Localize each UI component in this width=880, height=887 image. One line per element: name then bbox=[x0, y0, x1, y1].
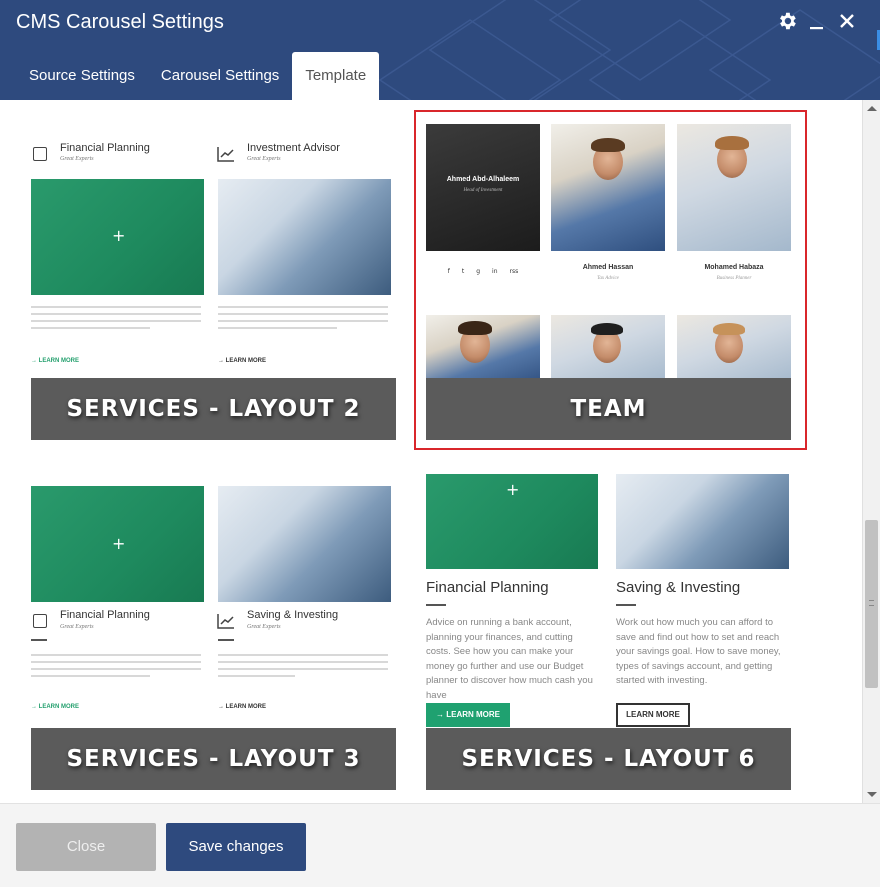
plus-icon: + bbox=[506, 480, 520, 499]
preview-col1-subtitle: Great Experts bbox=[60, 156, 94, 162]
preview-col2-subtitle: Great Experts bbox=[247, 156, 281, 162]
preview-col1-text bbox=[31, 654, 201, 682]
preview-col1-title: Financial Planning bbox=[60, 142, 150, 154]
template-card-services-layout-3[interactable]: + Financial Planning Great Experts Savin… bbox=[31, 486, 396, 790]
preview-office-photo bbox=[218, 486, 391, 602]
dialog-title: CMS Carousel Settings bbox=[16, 11, 224, 33]
scrollbar-thumb[interactable] bbox=[865, 520, 878, 688]
gear-icon[interactable] bbox=[776, 10, 798, 32]
close-button[interactable]: Close bbox=[16, 823, 156, 871]
vertical-scrollbar[interactable] bbox=[862, 100, 880, 803]
tab-source-settings[interactable]: Source Settings bbox=[16, 52, 148, 100]
preview-col1-title: Financial Planning bbox=[426, 579, 549, 596]
plus-icon: + bbox=[112, 226, 126, 245]
preview-col2-text: Work out how much you can afford to save… bbox=[616, 617, 781, 686]
template-label: SERVICES - LAYOUT 2 bbox=[31, 378, 396, 440]
tab-carousel-settings[interactable]: Carousel Settings bbox=[148, 52, 292, 100]
dialog-header: CMS Carousel Settings Source Settings Ca… bbox=[0, 0, 880, 100]
preview-col1-title: Financial Planning bbox=[60, 609, 150, 621]
preview-col2-title: Investment Advisor bbox=[247, 142, 340, 154]
calculator-icon bbox=[33, 614, 47, 628]
template-gallery: Financial Planning Great Experts Investm… bbox=[0, 100, 862, 803]
preview-col1-link: → LEARN MORE bbox=[31, 704, 79, 710]
preview-col2-subtitle: Great Experts bbox=[247, 624, 281, 630]
preview-col2-title: Saving & Investing bbox=[247, 609, 339, 621]
preview-col2-title: Saving & Investing bbox=[616, 579, 741, 596]
preview-col2-link: → LEARN MORE bbox=[218, 358, 266, 364]
preview-col2-text bbox=[218, 306, 388, 334]
preview-col1-text bbox=[31, 306, 201, 334]
preview-col1-link: → LEARN MORE bbox=[31, 358, 79, 364]
preview-col2-link: → LEARN MORE bbox=[218, 704, 266, 710]
calculator-icon bbox=[33, 147, 47, 161]
template-label: SERVICES - LAYOUT 3 bbox=[31, 728, 396, 790]
preview-col2-button: LEARN MORE bbox=[616, 703, 690, 727]
chart-up-icon bbox=[217, 614, 234, 629]
preview-col1-subtitle: Great Experts bbox=[60, 624, 94, 630]
minimize-icon[interactable] bbox=[806, 10, 828, 32]
preview-office-photo bbox=[218, 179, 391, 295]
preview-col1-text: Advice on running a bank account, planni… bbox=[426, 617, 593, 701]
template-card-services-layout-6[interactable]: + Financial Planning Advice on running a… bbox=[426, 474, 791, 790]
template-card-services-layout-2[interactable]: Financial Planning Great Experts Investm… bbox=[31, 128, 396, 440]
template-label: SERVICES - LAYOUT 6 bbox=[426, 728, 791, 790]
tab-bar: Source Settings Carousel Settings Templa… bbox=[16, 52, 380, 100]
plus-icon: + bbox=[112, 534, 126, 553]
preview-col2-text bbox=[218, 654, 388, 682]
chart-up-icon bbox=[217, 147, 234, 162]
dialog-footer: Close Save changes bbox=[0, 803, 880, 887]
selected-template-indicator bbox=[414, 110, 807, 450]
scroll-down-arrow-icon[interactable] bbox=[867, 792, 877, 797]
save-changes-button[interactable]: Save changes bbox=[166, 823, 306, 871]
preview-office-photo bbox=[616, 474, 789, 569]
scroll-up-arrow-icon[interactable] bbox=[867, 106, 877, 111]
preview-col1-button: → LEARN MORE bbox=[426, 703, 510, 727]
tab-template[interactable]: Template bbox=[292, 52, 380, 100]
close-icon[interactable] bbox=[836, 10, 858, 32]
